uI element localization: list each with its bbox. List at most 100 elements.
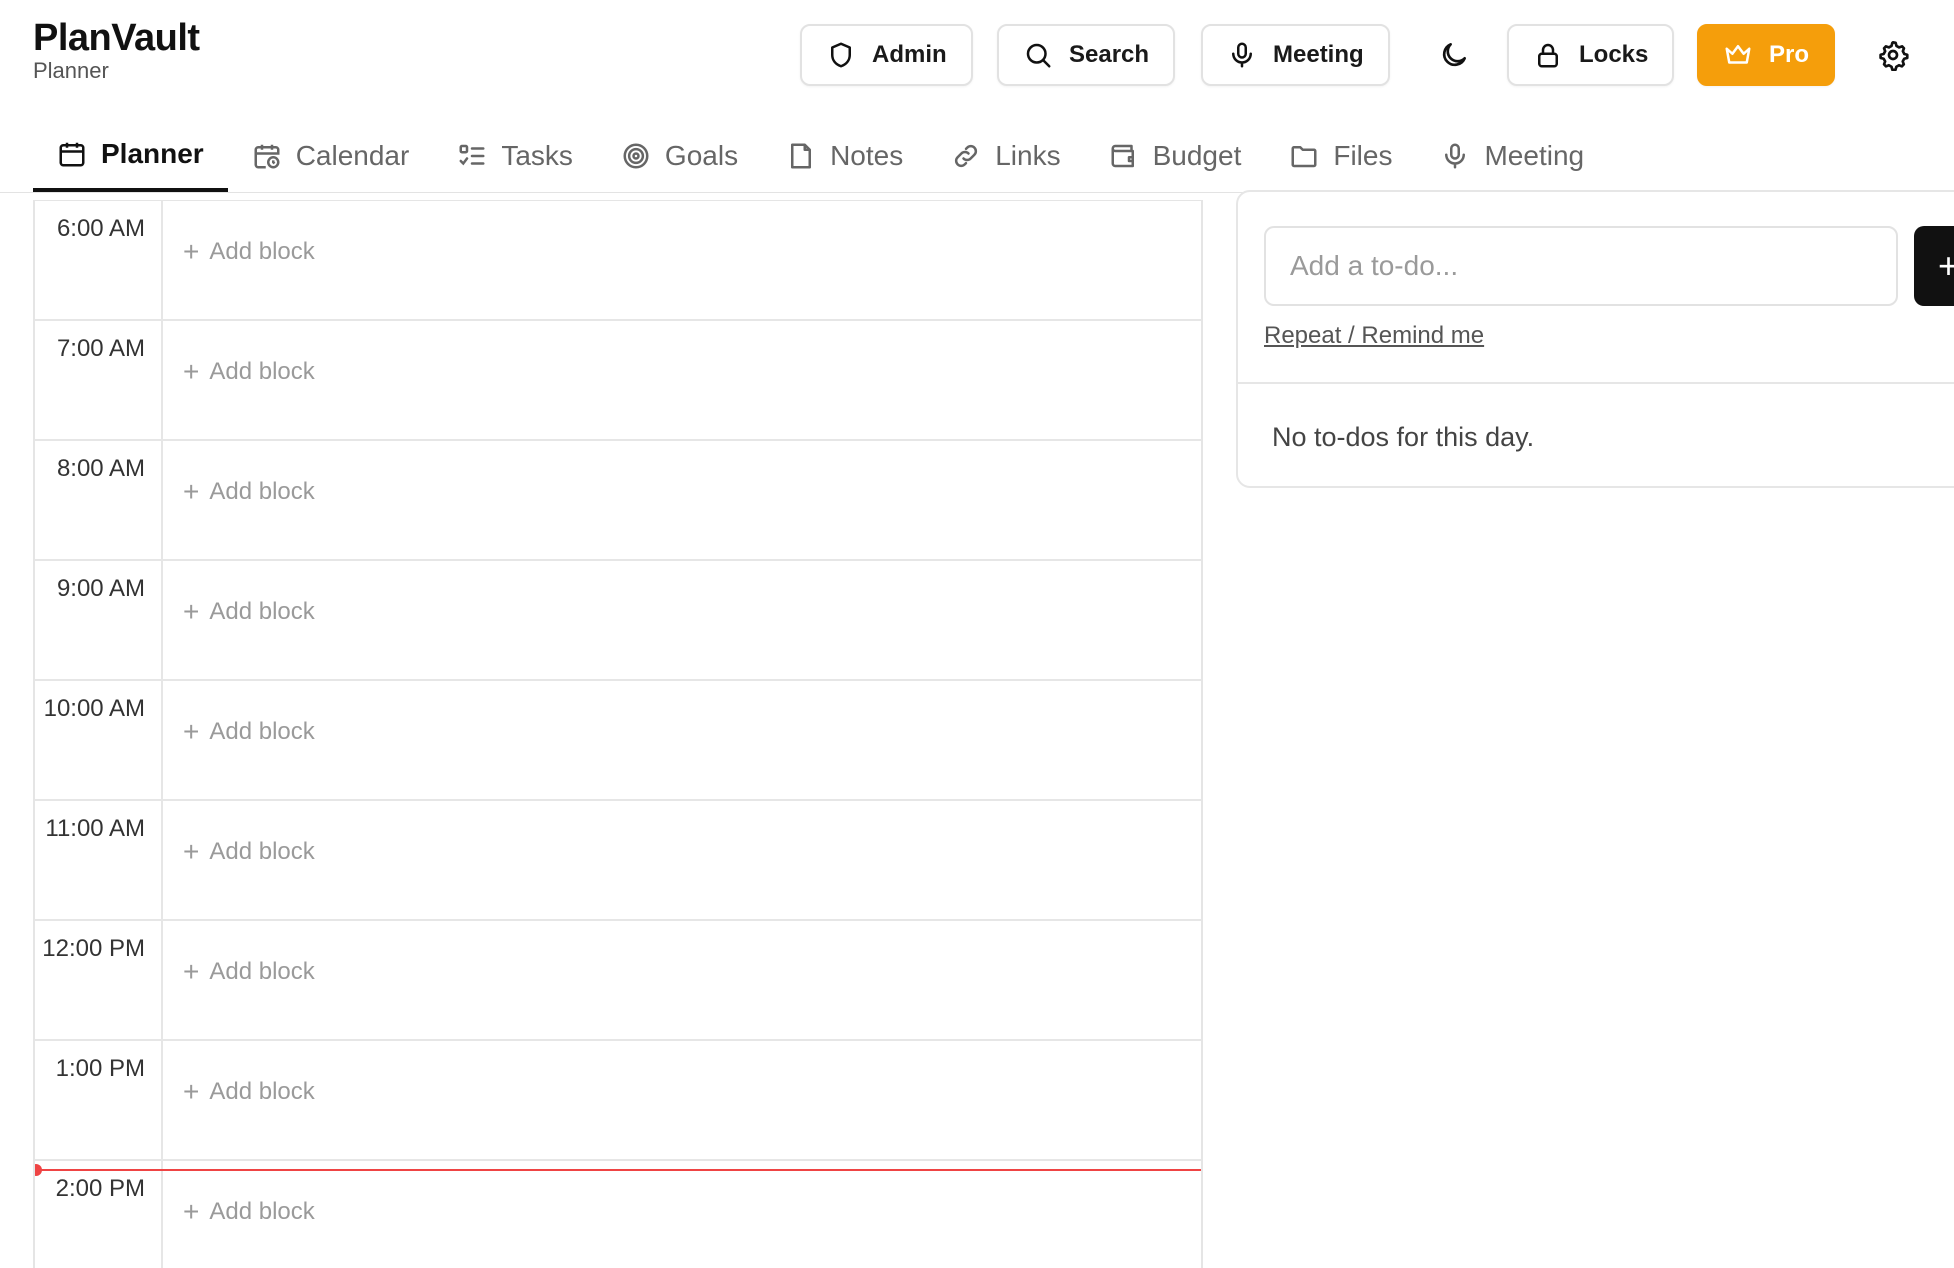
microphone-icon <box>1445 143 1466 169</box>
plus-icon: + <box>183 1076 200 1107</box>
hour-slot[interactable]: + Add block <box>163 921 1201 1039</box>
app-title: PlanVault <box>33 17 200 59</box>
add-block-button[interactable]: + Add block <box>183 958 315 986</box>
hour-slot[interactable]: + Add block <box>163 1041 1201 1159</box>
settings-button[interactable] <box>1873 35 1913 75</box>
calendar-clock-icon <box>254 144 280 169</box>
tab-label: Goals <box>664 140 739 171</box>
tab-label: Budget <box>1152 140 1242 171</box>
tab-meeting[interactable]: Meeting <box>1416 120 1608 192</box>
locks-button[interactable]: Locks <box>1507 24 1675 86</box>
add-block-label: Add block <box>209 958 315 985</box>
gear-icon <box>1879 41 1909 71</box>
tab-label: Files <box>1333 140 1393 171</box>
wallet-icon <box>1111 144 1134 168</box>
todo-divider <box>1238 382 1954 384</box>
tab-label: Tasks <box>501 140 573 171</box>
microphone-icon <box>1232 42 1252 68</box>
tab-goals[interactable]: Goals <box>597 120 762 192</box>
add-block-label: Add block <box>209 358 315 385</box>
add-block-label: Add block <box>209 1198 315 1225</box>
todo-empty-message: No to-dos for this day. <box>1272 422 1535 452</box>
tab-planner[interactable]: Planner <box>33 120 228 192</box>
search-button[interactable]: Search <box>997 24 1176 86</box>
locks-label: Locks <box>1579 41 1649 68</box>
plus-icon: + <box>183 836 200 867</box>
hour-slot[interactable]: + Add block <box>163 561 1201 679</box>
calendar-icon <box>59 142 85 167</box>
tab-tasks[interactable]: Tasks <box>433 120 597 192</box>
link-icon <box>955 144 978 168</box>
hour-slot[interactable]: + Add block <box>163 321 1201 439</box>
hour-row: 9:00 AM + Add block <box>35 561 1201 681</box>
tab-notes[interactable]: Notes <box>762 120 927 192</box>
add-block-label: Add block <box>209 1078 315 1105</box>
tab-label: Planner <box>101 138 204 169</box>
repeat-remind-link[interactable]: Repeat / Remind me <box>1264 322 1484 350</box>
hour-label: 8:00 AM <box>35 441 163 559</box>
hour-label: 2:00 PM <box>35 1161 163 1268</box>
add-block-button[interactable]: + Add block <box>183 1078 315 1106</box>
add-todo-button[interactable]: + <box>1914 226 1954 306</box>
add-block-label: Add block <box>209 598 315 625</box>
add-block-button[interactable]: + Add block <box>183 1198 315 1226</box>
shield-icon <box>831 42 851 68</box>
target-icon <box>623 143 649 169</box>
tab-files[interactable]: Files <box>1265 120 1416 192</box>
plus-icon: + <box>183 716 200 747</box>
hour-label: 10:00 AM <box>35 681 163 799</box>
pro-label: Pro <box>1769 41 1810 68</box>
hour-slot[interactable]: + Add block <box>163 681 1201 799</box>
hour-slot[interactable]: + Add block <box>163 201 1201 319</box>
main-tabs: Planner Calendar Tasks Goals Notes Links… <box>33 120 1608 192</box>
add-block-button[interactable]: + Add block <box>183 238 315 266</box>
hour-label: 11:00 AM <box>35 801 163 919</box>
add-block-button[interactable]: + Add block <box>183 358 315 386</box>
hour-slot[interactable]: + Add block <box>163 1161 1201 1268</box>
admin-label: Admin <box>872 41 947 68</box>
hour-label: 6:00 AM <box>35 201 163 319</box>
meeting-label: Meeting <box>1273 41 1364 68</box>
dark-mode-toggle[interactable] <box>1434 35 1474 75</box>
hour-slot[interactable]: + Add block <box>163 441 1201 559</box>
meeting-button[interactable]: Meeting <box>1201 24 1390 86</box>
hour-slot[interactable]: + Add block <box>163 801 1201 919</box>
pro-button[interactable]: Pro <box>1697 24 1836 86</box>
add-block-button[interactable]: + Add block <box>183 598 315 626</box>
crown-icon <box>1725 45 1751 64</box>
hour-label: 1:00 PM <box>35 1041 163 1159</box>
admin-button[interactable]: Admin <box>800 24 973 86</box>
hour-row: 2:00 PM + Add block <box>35 1161 1201 1268</box>
add-block-label: Add block <box>209 478 315 505</box>
note-icon <box>791 143 812 169</box>
add-block-label: Add block <box>209 238 315 265</box>
checklist-icon <box>459 144 485 166</box>
tab-budget[interactable]: Budget <box>1085 120 1266 192</box>
current-time-indicator <box>35 1164 1201 1176</box>
day-schedule: 6:00 AM + Add block 7:00 AM + Add block 8:… <box>33 200 1203 1268</box>
todo-input[interactable] <box>1264 226 1898 306</box>
lock-icon <box>1538 43 1558 68</box>
add-block-label: Add block <box>209 718 315 745</box>
moon-icon <box>1442 43 1466 67</box>
hour-row: 6:00 AM + Add block <box>35 201 1201 321</box>
tab-links[interactable]: Links <box>927 120 1084 192</box>
add-block-button[interactable]: + Add block <box>183 718 315 746</box>
hour-row: 1:00 PM + Add block <box>35 1041 1201 1161</box>
plus-icon: + <box>183 476 200 507</box>
tab-label: Notes <box>830 140 904 171</box>
hour-row: 10:00 AM + Add block <box>35 681 1201 801</box>
search-icon <box>1026 43 1051 68</box>
hour-row: 8:00 AM + Add block <box>35 441 1201 561</box>
add-block-button[interactable]: + Add block <box>183 838 315 866</box>
hour-row: 7:00 AM + Add block <box>35 321 1201 441</box>
plus-icon: + <box>183 596 200 627</box>
tab-calendar[interactable]: Calendar <box>228 120 434 192</box>
brand: PlanVault Planner <box>33 16 200 84</box>
app-subtitle: Planner <box>33 58 109 83</box>
plus-icon: + <box>183 356 200 387</box>
tab-label: Calendar <box>295 140 410 171</box>
tab-label: Meeting <box>1484 140 1585 171</box>
search-label: Search <box>1069 41 1150 68</box>
add-block-button[interactable]: + Add block <box>183 478 315 506</box>
